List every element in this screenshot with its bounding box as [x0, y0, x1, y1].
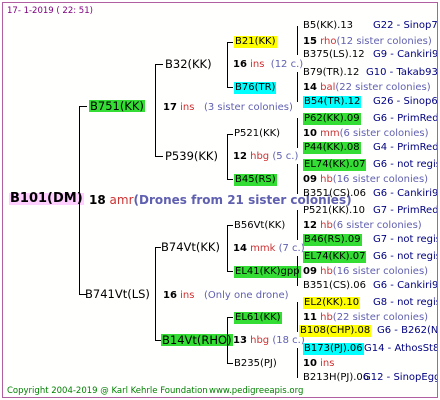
ancestor-13[interactable]: EL2(KK).10 — [303, 297, 361, 309]
queen-g2-4[interactable]: B14Vt(RHO) — [161, 334, 233, 346]
ancestor-4[interactable]: B54(TR).12 — [303, 96, 362, 108]
g3-3-info: 10 mm(6 sister colonies) — [303, 128, 429, 139]
ancestor-10[interactable]: B46(RS).09 — [303, 234, 362, 246]
ancestor-15[interactable]: B173(PJ).06 — [303, 343, 364, 355]
ancestor-3[interactable]: B79(TR).12 — [303, 67, 359, 79]
ancestor-7-origin: G6 - not registe — [373, 159, 437, 170]
ancestor-13-origin: G8 - not registe — [373, 297, 437, 308]
g2-3-info: 14 mmk (7 c.) — [233, 243, 305, 254]
ancestor-10-origin: G7 - not registe — [373, 234, 437, 245]
queen-g3-4[interactable]: B45(RS) — [234, 174, 277, 186]
g1-sire-info: 17 ins (3 sister colonies) — [163, 102, 293, 113]
ancestor-15-origin: G14 - AthosSt80R — [364, 343, 437, 354]
ancestor-14[interactable]: B108(CHP).08 — [299, 325, 372, 337]
ancestor-7[interactable]: EL74(KK).07 — [303, 159, 367, 171]
queen-g3-8[interactable]: B235(PJ) — [234, 358, 277, 370]
ancestor-1-origin: G22 - Sinop72R — [373, 20, 438, 31]
queen-g2-1[interactable]: B32(KK) — [165, 58, 212, 70]
queen-root[interactable]: B101(DM) — [9, 192, 84, 205]
queen-g2-3[interactable]: B74Vt(KK) — [161, 241, 220, 253]
queen-g3-2[interactable]: B76(TR) — [234, 82, 277, 94]
ancestor-5[interactable]: P62(KK).09 — [303, 113, 361, 125]
ancestor-11-origin: G6 - not registe — [373, 251, 437, 262]
ancestor-4-origin: G26 - Sinop62R — [373, 96, 438, 107]
g3-7-info: 11 hb(22 sister colonies) — [303, 312, 429, 323]
g2-1-info: 16 ins (12 c.) — [233, 59, 304, 70]
ancestor-3-origin: G10 - Takab93aR — [366, 67, 438, 78]
queen-g2-2[interactable]: P539(KK) — [165, 150, 218, 162]
timestamp: 17- 1-2019 ( 22: 51) — [7, 6, 93, 16]
ancestor-6-origin: G4 - PrimRed01 — [373, 142, 438, 153]
ancestor-8[interactable]: B351(CS).06 — [303, 188, 366, 200]
ancestor-1[interactable]: B5(KK).13 — [303, 20, 353, 32]
g3-4-info: 09 hb(16 sister colonies) — [303, 174, 429, 185]
g3-5-info: 12 hb(6 sister colonies) — [303, 220, 422, 231]
g1-dam-info: 16 ins (Only one drone) — [163, 290, 289, 301]
pedigree-chart: 17- 1-2019 ( 22: 51) Copyright 2004-2019… — [2, 2, 438, 398]
queen-g3-7[interactable]: EL61(KK) — [234, 312, 282, 324]
website-link[interactable]: www.pedigreeapis.org — [209, 385, 303, 397]
queen-g3-5[interactable]: B56Vt(KK) — [234, 220, 285, 232]
copyright: Copyright 2004-2019 @ Karl Kehrle Founda… — [7, 386, 208, 396]
ancestor-11[interactable]: EL74(KK).07 — [303, 251, 367, 263]
ancestor-16[interactable]: B213H(PJ).06 — [303, 372, 369, 384]
ancestor-2[interactable]: B375(LS).12 — [303, 49, 365, 61]
ancestor-16-origin: G12 - SinopEgg86R — [363, 372, 437, 383]
ancestor-9[interactable]: P521(KK).10 — [303, 205, 365, 217]
queen-g1-sire[interactable]: B751(KK) — [89, 100, 145, 112]
ancestor-12[interactable]: B351(CS).06 — [303, 280, 366, 292]
ancestor-14-origin: G6 - B262(NE) — [377, 325, 438, 336]
ancestor-6[interactable]: P44(KK).08 — [303, 142, 361, 154]
queen-g3-3[interactable]: P521(KK) — [234, 128, 280, 140]
queen-g3-6[interactable]: EL41(KK)gpp — [234, 266, 301, 278]
ancestor-9-origin: G7 - PrimRed01 — [373, 205, 438, 216]
ancestor-12-origin: G6 - Cankiri97Q — [373, 280, 438, 291]
queen-g1-dam[interactable]: B741Vt(LS) — [85, 288, 150, 300]
queen-g3-1[interactable]: B21(KK) — [234, 36, 277, 48]
g2-4-info: 13 hbg (18 c.) — [233, 335, 305, 346]
ancestor-2-origin: G9 - Cankiri97Q — [373, 49, 438, 60]
g2-2-info: 12 hbg (5 c.) — [233, 151, 299, 162]
g3-6-info: 09 hb(16 sister colonies) — [303, 266, 429, 277]
g3-1-info: 15 rho(12 sister colonies) — [303, 36, 432, 47]
g3-8-info: 10 ins — [303, 358, 335, 369]
ancestor-8-origin: G6 - Cankiri97Q — [373, 188, 438, 199]
ancestor-5-origin: G6 - PrimRed01 — [373, 113, 438, 124]
g3-2-info: 14 bal(22 sister colonies) — [303, 82, 431, 93]
